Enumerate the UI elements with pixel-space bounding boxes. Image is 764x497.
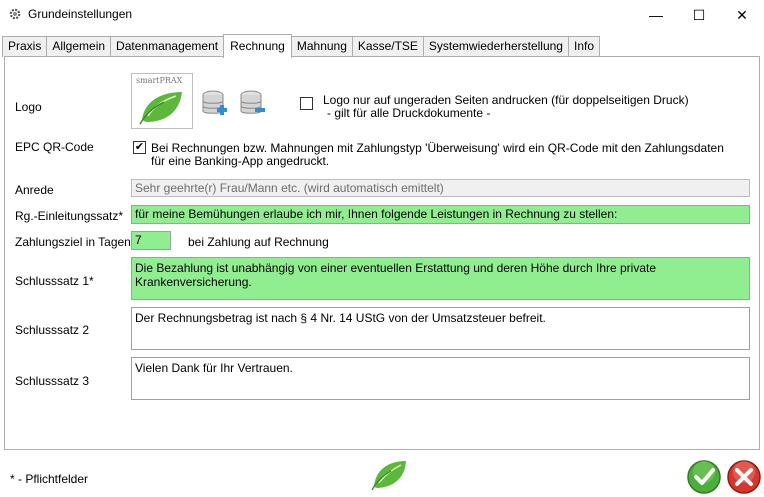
check-icon: ✔ <box>134 141 145 153</box>
required-note: * - Pflichtfelder <box>10 472 89 486</box>
schluss1-label: Schlusssatz 1* <box>15 274 94 288</box>
gear-icon <box>9 8 21 20</box>
database-add-icon[interactable] <box>202 90 228 120</box>
tab-allgemein[interactable]: Allgemein <box>46 36 112 57</box>
schluss3-label: Schlusssatz 3 <box>15 374 90 388</box>
epc-label: EPC QR-Code <box>15 140 94 154</box>
tab-strip: Praxis Allgemein Datenmanagement Rechnun… <box>2 34 600 58</box>
database-remove-icon[interactable] <box>240 90 266 120</box>
anrede-label: Anrede <box>15 183 54 197</box>
zahlungsziel-label: Zahlungsziel in Tagen* <box>15 235 136 249</box>
epc-text-line2: für eine Banking-App angedruckt. <box>151 154 330 168</box>
leaf-logo-icon <box>371 461 406 491</box>
tab-praxis[interactable]: Praxis <box>2 36 48 57</box>
leaf-icon <box>139 92 182 125</box>
maximize-icon: ☐ <box>692 6 706 23</box>
close-button[interactable]: ✕ <box>719 0 764 30</box>
minimize-icon: — <box>649 7 663 23</box>
odd-pages-label: Logo nur auf ungeraden Seiten andrucken … <box>323 93 689 107</box>
tab-datenmanagement[interactable]: Datenmanagement <box>110 36 225 57</box>
epc-text-line1: Bei Rechnungen bzw. Mahnungen mit Zahlun… <box>151 141 724 155</box>
zahlungsziel-input[interactable]: 7 <box>131 231 171 250</box>
tab-systemwiederherstellung[interactable]: Systemwiederherstellung <box>422 36 569 57</box>
minimize-button[interactable]: — <box>633 0 679 30</box>
tab-info[interactable]: Info <box>567 36 600 57</box>
anrede-field: Sehr geehrte(r) Frau/Mann etc. (wird aut… <box>131 179 750 197</box>
ok-button[interactable] <box>686 459 722 495</box>
logo-image[interactable]: smartPRAX <box>131 73 193 129</box>
cancel-button[interactable] <box>726 459 762 495</box>
window-title: Grundeinstellungen <box>28 7 133 21</box>
logo-brand-text: smartPRAX <box>136 76 183 85</box>
schluss2-label: Schlusssatz 2 <box>15 323 90 337</box>
zahlungsziel-suffix: bei Zahlung auf Rechnung <box>188 235 329 249</box>
einleitung-label: Rg.-Einleitungssatz* <box>15 209 124 223</box>
schluss2-textarea[interactable]: Der Rechnungsbetrag ist nach § 4 Nr. 14 … <box>131 307 750 350</box>
odd-pages-checkbox[interactable] <box>300 97 313 110</box>
tab-kasse-tse[interactable]: Kasse/TSE <box>351 36 424 57</box>
title-bar: Grundeinstellungen — ☐ ✕ <box>0 0 764 30</box>
einleitung-input[interactable]: für meine Bemühungen erlaube ich mir, Ih… <box>131 205 750 224</box>
schluss3-textarea[interactable]: Vielen Dank für Ihr Vertrauen. <box>131 357 750 400</box>
epc-checkbox[interactable]: ✔ <box>133 141 146 154</box>
tab-rechnung[interactable]: Rechnung <box>223 34 292 58</box>
schluss1-textarea[interactable]: Die Bezahlung ist unabhängig von einer e… <box>131 257 750 300</box>
logo-label: Logo <box>15 100 42 114</box>
odd-pages-note: - gilt für alle Druckdokumente - <box>327 106 491 120</box>
tab-mahnung[interactable]: Mahnung <box>290 36 353 57</box>
maximize-button[interactable]: ☐ <box>676 0 722 30</box>
close-icon: ✕ <box>736 6 748 23</box>
